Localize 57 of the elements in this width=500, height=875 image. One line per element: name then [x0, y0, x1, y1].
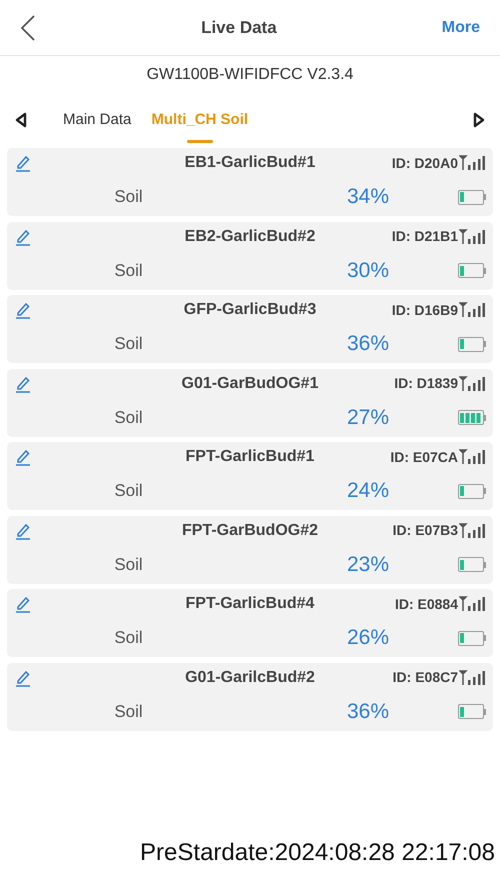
sensor-name: G01-GarilcBud#2 [185, 668, 315, 688]
edit-icon[interactable] [15, 374, 31, 392]
moisture-value: 24% [346, 478, 390, 504]
page-title: Live Data [201, 16, 277, 39]
moisture-value: 36% [346, 698, 390, 725]
sensor-id: ID: D1839 [394, 374, 458, 393]
sensor-id: ID: D16B9 [392, 300, 458, 320]
tab[interactable]: Multi_CH Soil [151, 100, 248, 140]
signal-icon [459, 155, 485, 171]
moisture-value: 26% [346, 625, 390, 652]
moisture-value: 36% [346, 331, 390, 358]
sensor-id: ID: E0884 [394, 594, 458, 614]
edit-icon[interactable] [15, 668, 31, 686]
sensor-label: Soil [114, 554, 143, 576]
signal-icon [459, 596, 485, 612]
edit-icon[interactable] [15, 154, 31, 172]
signal-icon [459, 522, 485, 538]
tab[interactable]: Main Data [63, 100, 132, 140]
signal-icon [459, 376, 485, 392]
sensor-name: GFP-GarlicBud#3 [184, 300, 316, 320]
edit-icon[interactable] [15, 448, 31, 466]
sensor-id: ID: D20A0 [392, 154, 458, 172]
moisture-value: 27% [346, 404, 390, 431]
sensor-label: Soil [114, 260, 143, 282]
edit-icon[interactable] [15, 522, 31, 540]
device-name: GW1100B-WIFIDFCC V2.3.4 [146, 65, 354, 85]
sensor-label: Soil [114, 186, 143, 208]
edit-icon[interactable] [15, 595, 31, 613]
sensor-name: FPT-GarlicBud#1 [186, 447, 314, 467]
more-button[interactable]: More [442, 16, 480, 40]
sensor-id: ID: E07CA [390, 448, 458, 466]
date-text: PreStardate:2024:08:28 22:17:08 [140, 839, 495, 866]
moisture-value: 34% [346, 184, 390, 210]
sensor-label: Soil [114, 480, 143, 502]
back-icon[interactable] [20, 14, 36, 40]
left-arrow-icon[interactable] [14, 112, 28, 128]
edit-icon[interactable] [15, 301, 31, 319]
sensor-name: G01-GarBudOG#1 [182, 374, 318, 394]
sensor-name: FPT-GarBudOG#2 [182, 520, 318, 540]
sensor-id: ID: E07B3 [392, 521, 458, 540]
sensor-label: Soil [114, 627, 143, 650]
sensor-name: FPT-GarlicBud#4 [186, 594, 314, 614]
signal-icon [459, 449, 485, 465]
signal-icon [459, 302, 485, 318]
sensor-label: Soil [114, 700, 143, 723]
sensor-name: EB1-GarlicBud#1 [184, 153, 316, 173]
sensor-id: ID: E08C7 [392, 668, 458, 687]
moisture-value: 23% [346, 552, 390, 578]
signal-icon [459, 670, 485, 686]
right-arrow-icon[interactable] [472, 112, 486, 128]
moisture-value: 30% [346, 258, 390, 284]
sensor-id: ID: D21B1 [392, 227, 458, 246]
sensor-name: EB2-GarlicBud#2 [184, 226, 316, 246]
edit-icon[interactable] [15, 228, 31, 246]
sensor-label: Soil [114, 406, 143, 429]
signal-icon [459, 228, 485, 244]
sensor-label: Soil [114, 333, 143, 356]
